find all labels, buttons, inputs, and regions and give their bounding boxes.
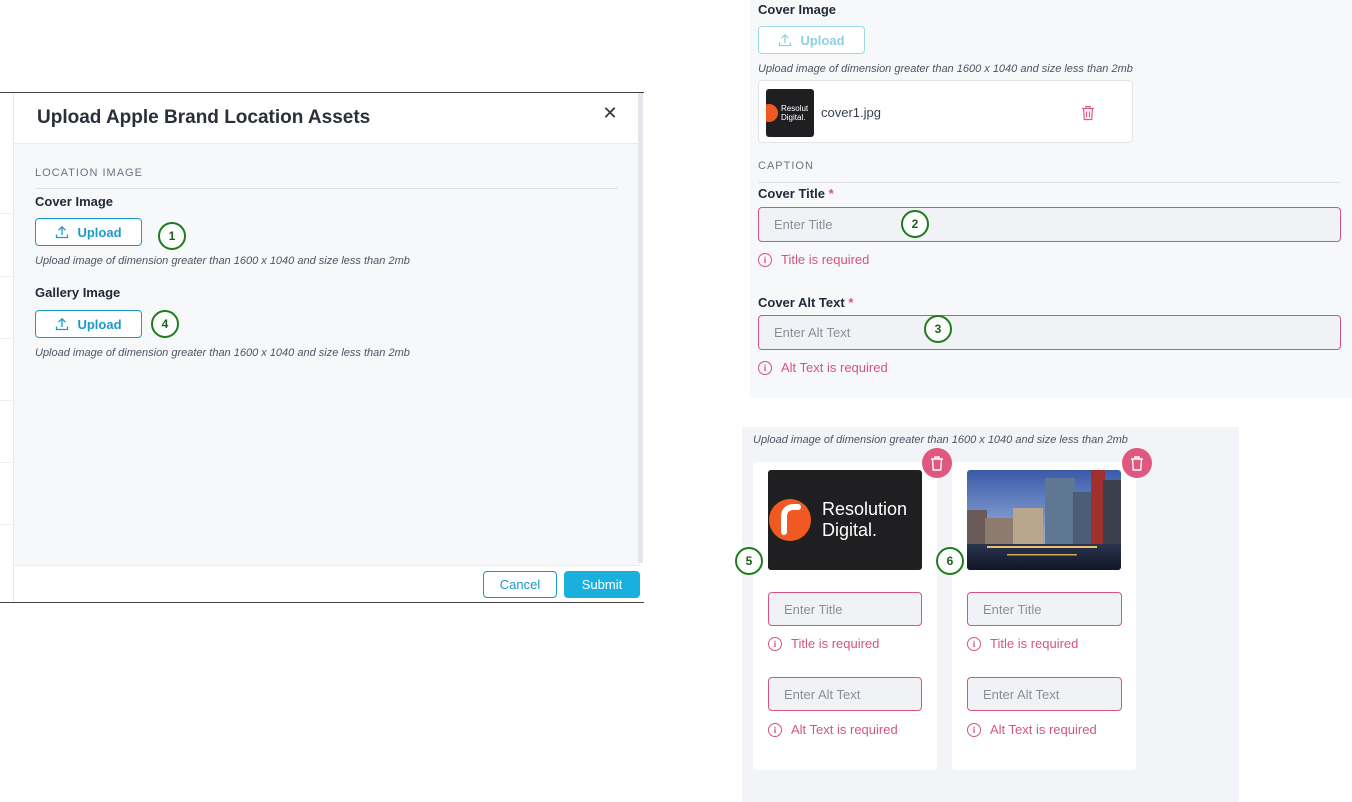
- modal-title: Upload Apple Brand Location Assets: [37, 107, 371, 128]
- gallery-upload-hint: Upload image of dimension greater than 1…: [753, 434, 1128, 446]
- thumb-line-2: Digital.: [781, 113, 805, 122]
- trash-icon: [1131, 455, 1143, 471]
- cover-upload-hint: Upload image of dimension greater than 1…: [35, 255, 410, 267]
- required-star: *: [848, 295, 854, 310]
- thumb-line-1: Resolut: [781, 104, 809, 113]
- error-info-icon: i: [967, 636, 981, 651]
- file-name: cover1.jpg: [821, 105, 881, 120]
- gallery-title-error-2: i Title is required: [967, 636, 1078, 651]
- upload-icon: [779, 33, 792, 47]
- cover-alt-label: Cover Alt Text *: [758, 295, 853, 310]
- gallery-title-error-1: i Title is required: [768, 636, 879, 651]
- upload-icon: [56, 317, 69, 331]
- logo-line-2: Digital.: [822, 520, 877, 540]
- cover-upload-button-disabled[interactable]: Upload: [758, 26, 865, 54]
- resolution-logo-icon: Resolution Digital.: [769, 499, 907, 541]
- modal-footer: Cancel Submit: [14, 565, 640, 602]
- error-info-icon: i: [967, 722, 981, 737]
- required-star: *: [828, 186, 834, 201]
- gallery-image-city-photo: [967, 470, 1121, 570]
- cover-image-label: Cover Image: [35, 194, 114, 209]
- upload-button-label: Upload: [77, 316, 122, 332]
- gallery-card-2: i Title is required i Alt Text is requir…: [952, 462, 1136, 770]
- upload-button-label: Upload: [800, 32, 845, 48]
- gallery-image-label: Gallery Image: [35, 285, 121, 300]
- annotation-marker-2: 2: [901, 210, 929, 238]
- gallery-image-resolution-logo: Resolution Digital.: [768, 470, 922, 570]
- gallery-image-panel: Upload image of dimension greater than 1…: [742, 427, 1239, 802]
- cancel-button[interactable]: Cancel: [483, 571, 557, 598]
- gallery-alt-input-2[interactable]: [967, 677, 1122, 711]
- background-table-strip: [0, 93, 14, 602]
- logo-line-1: Resolution: [822, 499, 907, 519]
- gallery-upload-button[interactable]: Upload: [35, 310, 142, 338]
- gallery-alt-error-1: i Alt Text is required: [768, 722, 898, 737]
- cover-alt-error-text: Alt Text is required: [781, 360, 888, 375]
- gallery-alt-error-text: Alt Text is required: [990, 722, 1097, 737]
- cover-title-label-text: Cover Title: [758, 186, 825, 201]
- annotation-marker-6: 6: [936, 547, 964, 575]
- gallery-title-input-2[interactable]: [967, 592, 1122, 626]
- gallery-upload-hint: Upload image of dimension greater than 1…: [35, 347, 410, 359]
- cover-image-panel: Cover Image Upload Upload image of dimen…: [750, 0, 1352, 398]
- delete-gallery-image-button-1[interactable]: [922, 448, 952, 478]
- error-info-icon: i: [758, 360, 772, 375]
- cover-upload-button[interactable]: Upload: [35, 218, 142, 246]
- cover-alt-label-text: Cover Alt Text: [758, 295, 845, 310]
- upload-icon: [56, 225, 69, 239]
- gallery-title-error-text: Title is required: [791, 636, 880, 651]
- modal-header: Upload Apple Brand Location Assets ✕: [14, 93, 640, 144]
- resolution-logo-icon: Resolut Digital.: [766, 104, 809, 122]
- upload-assets-modal: Upload Apple Brand Location Assets ✕ LOC…: [14, 93, 640, 602]
- trash-icon: [931, 455, 943, 471]
- annotation-marker-3: 3: [924, 315, 952, 343]
- section-divider: [758, 182, 1341, 183]
- cover-image-label: Cover Image: [758, 2, 837, 17]
- delete-gallery-image-button-2[interactable]: [1122, 448, 1152, 478]
- file-thumbnail: Resolut Digital.: [766, 89, 814, 137]
- annotation-marker-1: 1: [158, 222, 186, 250]
- cover-upload-hint: Upload image of dimension greater than 1…: [758, 63, 1133, 75]
- error-info-icon: i: [768, 636, 782, 651]
- cover-title-error: i Title is required: [758, 252, 869, 267]
- gallery-alt-error-2: i Alt Text is required: [967, 722, 1097, 737]
- trash-icon[interactable]: [1081, 105, 1095, 121]
- error-info-icon: i: [768, 722, 782, 737]
- close-icon[interactable]: ✕: [602, 104, 618, 122]
- city-photo-image: [967, 470, 1121, 570]
- modal-scrollbar[interactable]: [638, 93, 643, 563]
- gallery-title-input-1[interactable]: [768, 592, 922, 626]
- cover-title-label: Cover Title *: [758, 186, 834, 201]
- gallery-alt-error-text: Alt Text is required: [791, 722, 898, 737]
- gallery-title-error-text: Title is required: [990, 636, 1079, 651]
- section-title-caption: CAPTION: [758, 160, 814, 172]
- cover-title-error-text: Title is required: [781, 252, 870, 267]
- cover-title-input[interactable]: [758, 207, 1341, 242]
- submit-button[interactable]: Submit: [564, 571, 640, 598]
- uploaded-file-card: Resolut Digital. cover1.jpg: [758, 80, 1133, 143]
- annotation-marker-5: 5: [735, 547, 763, 575]
- cover-alt-input[interactable]: [758, 315, 1341, 350]
- section-divider: [35, 188, 618, 189]
- gallery-card-1: Resolution Digital. i Title is required …: [753, 462, 937, 770]
- annotation-marker-4: 4: [151, 310, 179, 338]
- upload-button-label: Upload: [77, 224, 122, 240]
- section-title-location-image: LOCATION IMAGE: [35, 167, 143, 179]
- error-info-icon: i: [758, 252, 772, 267]
- cover-alt-error: i Alt Text is required: [758, 360, 888, 375]
- gallery-alt-input-1[interactable]: [768, 677, 922, 711]
